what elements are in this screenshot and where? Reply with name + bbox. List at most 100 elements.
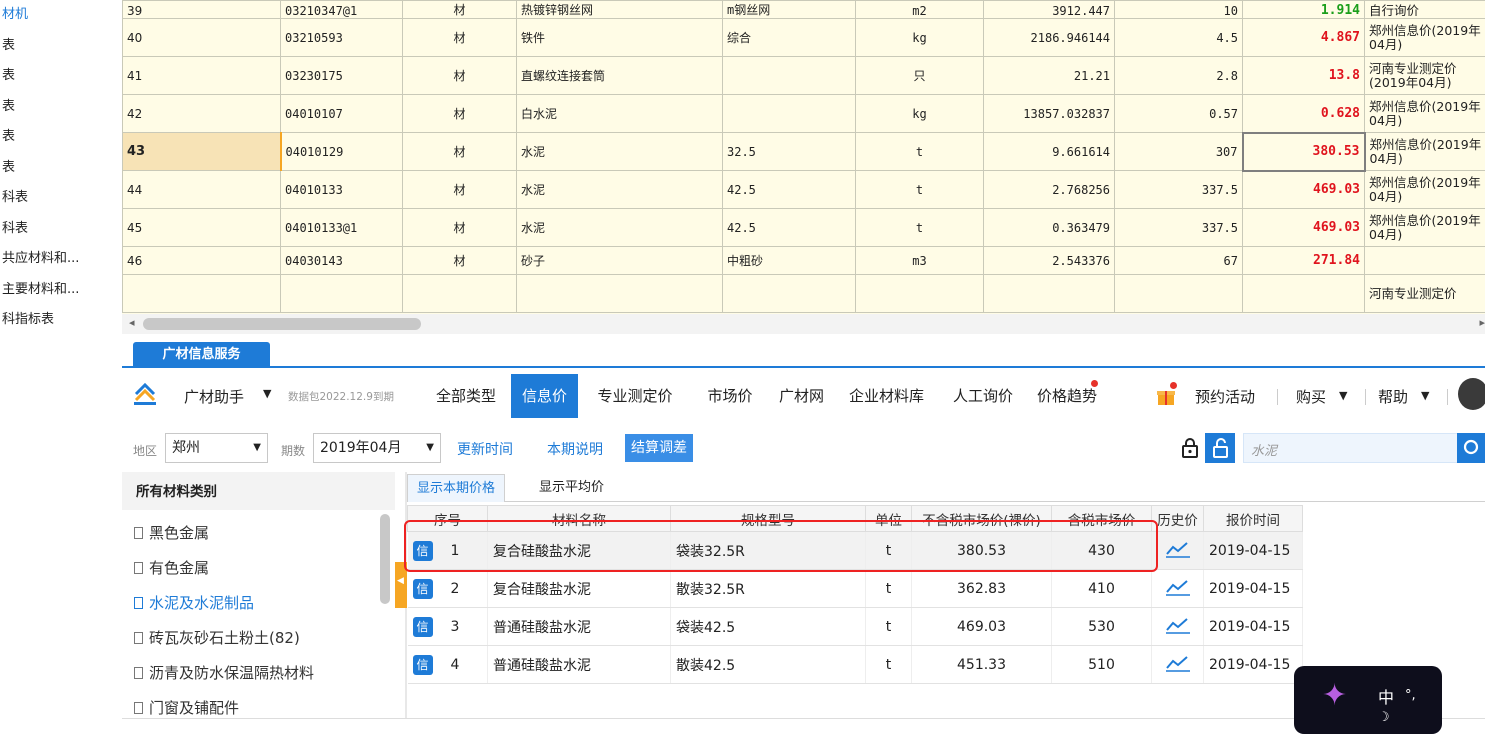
nav-tab-2[interactable]: 专业测定价	[578, 374, 692, 418]
table-row[interactable]: 40 03210593 材铁件 综合 kg 2186.946144 4.5 4.867 郑州信息…	[122, 18, 1485, 57]
cell-price	[1114, 274, 1243, 313]
category-item[interactable]: 有色金属	[122, 551, 395, 586]
help-caret-icon[interactable]: ▼	[1421, 389, 1429, 402]
table-row[interactable]: 4604030143材砂子中粗砂m32.54337667271.8469	[122, 246, 1485, 275]
nav-tab-6[interactable]: 人工询价	[938, 374, 1028, 418]
tab-guangcai-service[interactable]: 广材信息服务	[133, 342, 270, 368]
column-header[interactable]: 历史价	[1151, 505, 1204, 532]
cell-market[interactable]: 469.03	[1242, 170, 1365, 209]
trend-chart-icon[interactable]	[1165, 654, 1191, 672]
table-row[interactable]: 45 04010133@1 材水泥 42.5 t 0.363479 337.5 469.03 郑…	[122, 208, 1485, 247]
table-row[interactable]: 44 04010133 材水泥 42.5 t 2.768256 337.5 469.03 郑州信…	[122, 170, 1485, 209]
scroll-thumb[interactable]	[143, 318, 421, 330]
nav-item[interactable]: 表	[0, 153, 122, 184]
nav-tab-0[interactable]: 全部类型	[421, 374, 511, 418]
cell-no: 39	[122, 0, 281, 19]
price-row[interactable]: 信 2 复合硅酸盐水泥 散装32.5R t 362.83 410 2019-04-15	[407, 569, 1303, 608]
cell-market[interactable]: 4.867	[1242, 18, 1365, 57]
nav-item[interactable]: 表	[0, 61, 122, 92]
scroll-left-icon[interactable]: ◂	[129, 316, 135, 329]
gift-icon[interactable]	[1156, 386, 1176, 406]
nav-item[interactable]: 科表	[0, 183, 122, 214]
cell-qty: 21.21	[983, 56, 1115, 95]
ime-mode[interactable]: ☽	[1378, 710, 1390, 725]
cell-name: 水泥	[516, 208, 723, 247]
ime-toolbar[interactable]: ✦ 中 °, ☽	[1294, 666, 1442, 734]
cell-market[interactable]	[1242, 274, 1365, 313]
ime-punctuation[interactable]: °,	[1405, 688, 1416, 703]
search-input[interactable]: 水泥	[1251, 440, 1277, 459]
column-header[interactable]: 报价时间	[1203, 505, 1303, 532]
search-box[interactable]: 水泥	[1243, 433, 1485, 463]
cell-market[interactable]: 380.53	[1241, 131, 1366, 172]
period-note-link[interactable]: 本期说明	[547, 439, 603, 459]
nav-item-materials[interactable]: 材机	[0, 0, 122, 31]
cell-no: 46	[122, 246, 281, 275]
cell-no: 43	[122, 132, 282, 171]
nav-tab-1[interactable]: 信息价	[511, 374, 578, 418]
cell-market[interactable]: 0.628	[1242, 94, 1365, 133]
nav-tab-3[interactable]: 市场价	[692, 374, 768, 418]
cell-history[interactable]	[1151, 531, 1204, 570]
assistant-title[interactable]: 广材助手	[184, 386, 244, 407]
tab-current-price[interactable]: 显示本期价格	[407, 474, 506, 502]
help-link[interactable]: 帮助	[1378, 386, 1408, 407]
nav-item[interactable]: 表	[0, 92, 122, 123]
nav-item-material-index[interactable]: 科指标表	[0, 305, 122, 336]
trend-chart-icon[interactable]	[1165, 578, 1191, 596]
cell-name: 水泥	[516, 170, 723, 209]
cell-market[interactable]: 469.03	[1242, 208, 1365, 247]
category-item[interactable]: 沥青及防水保温隔热材料	[122, 656, 395, 691]
cell-market[interactable]: 13.8	[1242, 56, 1365, 95]
price-row[interactable]: 信 3 普通硅酸盐水泥 袋装42.5 t 469.03 530 2019-04-15	[407, 607, 1303, 646]
lock-icon[interactable]	[1180, 437, 1200, 459]
buy-link[interactable]: 购买	[1296, 386, 1326, 407]
period-select[interactable]: 2019年04月 ▼	[313, 433, 441, 463]
table-row[interactable]: 河南专业测定价	[122, 274, 1485, 313]
cell-history[interactable]	[1151, 607, 1204, 646]
nav-tab-4[interactable]: 广材网	[768, 374, 835, 418]
nav-tab-5[interactable]: 企业材料库	[835, 374, 938, 418]
price-row[interactable]: 信 4 普通硅酸盐水泥 散装42.5 t 451.33 510 2019-04-15	[407, 645, 1303, 684]
cell-market[interactable]: 1.914	[1242, 0, 1365, 19]
settle-button[interactable]: 结算调差	[625, 434, 693, 462]
cell-price_ex_tax: 451.33	[911, 645, 1052, 684]
cell-spec: 42.5	[722, 170, 856, 209]
cell-price: 4.5	[1114, 18, 1243, 57]
trend-chart-icon[interactable]	[1165, 540, 1191, 558]
category-item[interactable]: 黑色金属	[122, 516, 395, 551]
category-item[interactable]: 门窗及铺配件	[122, 691, 395, 719]
horizontal-scrollbar[interactable]: ◂ ▸	[122, 314, 1485, 334]
cell-history[interactable]	[1151, 569, 1204, 608]
category-item[interactable]: 水泥及水泥制品	[122, 586, 395, 621]
avatar[interactable]	[1458, 378, 1485, 410]
tab-average-price[interactable]: 显示平均价	[530, 474, 613, 502]
category-item[interactable]: 砖瓦灰砂石土粉土(82)	[122, 621, 395, 656]
nav-item-supplied-materials[interactable]: 共应材料和...	[0, 244, 122, 275]
nav-item[interactable]: 表	[0, 122, 122, 153]
cell-name: 白水泥	[516, 94, 723, 133]
table-row[interactable]: 39 03210347@1 材热镀锌钢丝网 m钢丝网 m2 3912.447 10 1.914…	[122, 0, 1485, 19]
nav-item-main-materials[interactable]: 主要材料和...	[0, 275, 122, 306]
ime-language[interactable]: 中	[1378, 684, 1394, 708]
table-row[interactable]: 43 04010129 材水泥 32.5 t 9.661614 307 380.53 郑州信息价…	[122, 131, 1485, 172]
nav-item[interactable]: 表	[0, 31, 122, 62]
trend-chart-icon[interactable]	[1165, 616, 1191, 634]
buy-caret-icon[interactable]: ▼	[1339, 389, 1347, 402]
price-tabs: 显示本期价格 显示平均价	[407, 474, 1485, 502]
search-button[interactable]	[1457, 433, 1485, 463]
caret-down-icon[interactable]: ▼	[263, 387, 271, 400]
scroll-right-icon[interactable]: ▸	[1479, 316, 1485, 329]
region-select[interactable]: 郑州 ▼	[165, 433, 268, 463]
table-row[interactable]: 41 03230175 材直螺纹连接套筒 只 21.21 2.8 13.8 河南专业测定价(2…	[122, 56, 1485, 95]
cell-history[interactable]	[1151, 645, 1204, 684]
unlock-icon[interactable]	[1205, 433, 1235, 463]
activity-link[interactable]: 预约活动	[1195, 386, 1255, 407]
sidebar-scrollbar[interactable]	[380, 514, 390, 604]
nav-item[interactable]: 科表	[0, 214, 122, 245]
update-time-link[interactable]: 更新时间	[457, 439, 513, 459]
cell-spec: 散装32.5R	[670, 569, 866, 608]
table-row[interactable]: 42 04010107 材白水泥 kg 13857.032837 0.57 0.628 郑州信…	[122, 94, 1485, 133]
cell-price: 337.5	[1114, 170, 1243, 209]
cell-market[interactable]: 271.84	[1242, 246, 1365, 275]
